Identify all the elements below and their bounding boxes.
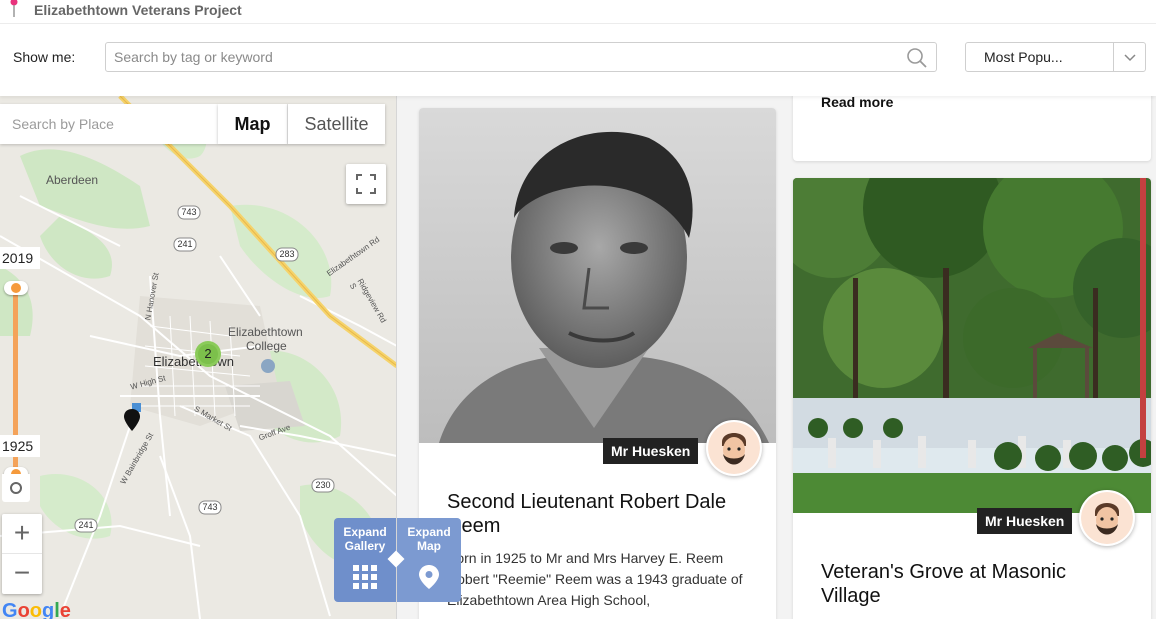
map-label-elizabethtown: Elizabethtown xyxy=(153,354,234,369)
sort-selected-value: Most Popu... xyxy=(984,49,1063,65)
chevron-down-icon xyxy=(1124,54,1136,62)
author-avatar[interactable] xyxy=(706,420,762,476)
year-range-max-handle[interactable] xyxy=(4,281,28,295)
locate-button[interactable] xyxy=(2,474,30,502)
show-me-label: Show me: xyxy=(13,49,76,65)
grid-icon xyxy=(353,565,377,589)
expand-map-label-2: Map xyxy=(417,539,441,553)
author-avatar[interactable] xyxy=(1079,490,1135,546)
gallery-panel: Read more Mr Huesken Second Lieutenant R… xyxy=(398,96,1156,619)
author-tag[interactable]: Mr Huesken xyxy=(603,438,699,464)
portrait-photo[interactable] xyxy=(419,108,776,443)
previous-card[interactable]: Read more xyxy=(793,96,1151,161)
year-range-max-label: 2019 xyxy=(0,247,40,269)
zoom-in-button[interactable]: + xyxy=(2,514,42,554)
map-pin-icon[interactable] xyxy=(124,409,140,431)
map-type-map-button[interactable]: Map xyxy=(218,104,288,144)
map-label-college-2: College xyxy=(246,339,287,353)
sort-select[interactable]: Most Popu... xyxy=(965,42,1146,72)
map-cluster-marker[interactable]: 2 xyxy=(195,341,221,367)
location-pin-icon xyxy=(419,565,439,589)
author-tag[interactable]: Mr Huesken xyxy=(977,508,1073,534)
route-shield-230: 230 xyxy=(315,480,331,490)
magnifier-icon[interactable] xyxy=(906,47,928,69)
top-bar: Elizabethtown Veterans Project xyxy=(0,0,1156,24)
year-range-min-label: 1925 xyxy=(0,435,40,457)
grove-photo[interactable] xyxy=(793,178,1151,513)
expand-gallery-button[interactable]: Expand Gallery xyxy=(334,518,396,602)
fullscreen-icon xyxy=(356,174,376,194)
google-logo[interactable]: Google xyxy=(2,600,71,619)
site-title[interactable]: Elizabethtown Veterans Project xyxy=(34,2,242,18)
avatar-icon xyxy=(1081,492,1133,544)
card-title[interactable]: Veteran's Grove at Masonic Village xyxy=(821,560,1121,608)
zoom-out-button[interactable]: − xyxy=(2,554,42,594)
story-card-veterans-grove[interactable]: Mr Huesken Veteran's Grove at Masonic Vi… xyxy=(793,178,1151,619)
sort-caret-button[interactable] xyxy=(1113,43,1145,71)
story-card-reem[interactable]: Mr Huesken Second Lieutenant Robert Dale… xyxy=(419,108,776,619)
expand-controls: Expand Gallery Expand Map xyxy=(334,518,461,602)
locate-icon xyxy=(10,482,22,494)
card-excerpt: Born in 1925 to Mr and Mrs Harvey E. Ree… xyxy=(447,550,743,608)
zoom-control: + − xyxy=(2,514,42,594)
place-search-box[interactable] xyxy=(0,104,218,144)
map-type-satellite-button[interactable]: Satellite xyxy=(288,104,385,144)
card-title[interactable]: Second Lieutenant Robert Dale Reem xyxy=(447,490,757,538)
keyword-search-input[interactable] xyxy=(106,43,886,71)
route-shield-241b: 241 xyxy=(78,520,94,530)
avatar-icon xyxy=(708,422,760,474)
expand-map-label-1: Expand xyxy=(407,525,451,539)
expand-gallery-label-1: Expand xyxy=(343,525,387,539)
map-pin-icon xyxy=(10,0,18,17)
read-more-link[interactable]: Read more xyxy=(821,96,893,110)
route-shield-283: 283 xyxy=(279,249,295,259)
route-shield-743b: 743 xyxy=(202,502,218,512)
route-shield-241: 241 xyxy=(177,239,193,249)
expand-gallery-label-2: Gallery xyxy=(344,539,386,553)
fullscreen-button[interactable] xyxy=(346,164,386,204)
route-shield-743: 743 xyxy=(181,207,197,217)
map-label-college-1: Elizabethtown xyxy=(228,325,303,339)
map-label-aberdeen: Aberdeen xyxy=(46,173,99,187)
filter-bar: Show me: Most Popu... xyxy=(0,24,1156,96)
place-search-input[interactable] xyxy=(0,104,210,144)
expand-map-button[interactable]: Expand Map xyxy=(397,518,461,602)
search-box[interactable] xyxy=(105,42,937,72)
